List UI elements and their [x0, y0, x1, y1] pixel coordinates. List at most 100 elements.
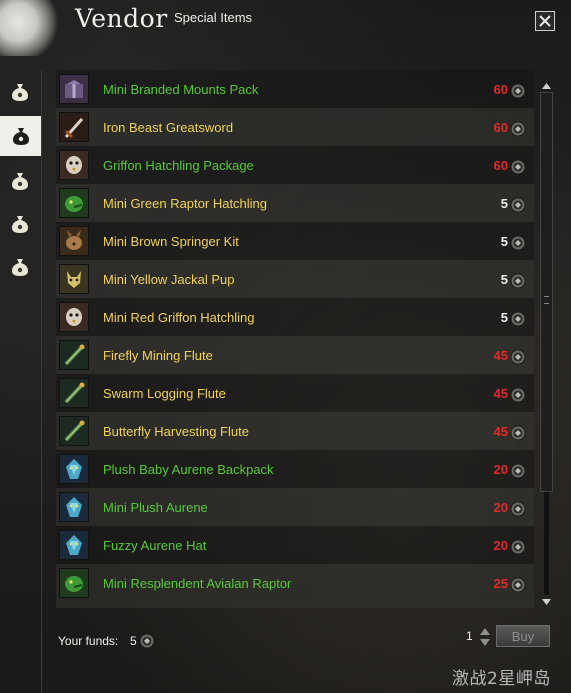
- karma-coin-icon: [510, 235, 526, 251]
- scroll-up-button[interactable]: [540, 80, 553, 91]
- list-item[interactable]: Mini Branded Mounts Pack 60: [56, 70, 534, 108]
- arrow-up-icon: [542, 82, 551, 89]
- vendor-bag-emblem: [0, 0, 60, 56]
- vendor-tabs: [0, 70, 42, 288]
- list-item[interactable]: Plush Baby Aurene Backpack 20: [56, 450, 534, 488]
- funds-label: Your funds:: [58, 634, 119, 648]
- window-subtitle: Special Items: [174, 10, 253, 25]
- karma-coin-icon: [510, 83, 526, 99]
- list-item[interactable]: Mini Brown Springer Kit 5: [56, 222, 534, 260]
- watermark: 激战2星岬岛: [452, 669, 551, 689]
- karma-coin-icon: [510, 539, 526, 555]
- bag-icon: [12, 258, 28, 276]
- list-item-partial: [56, 602, 534, 608]
- item-icon: [59, 568, 89, 598]
- item-price: 60: [493, 81, 508, 97]
- scrollbar-grip: [544, 296, 549, 304]
- griffon-icon: [66, 308, 82, 326]
- vendor-tab-1[interactable]: [0, 70, 40, 113]
- karma-coin-icon: [510, 197, 526, 213]
- karma-coin-icon: [510, 121, 526, 137]
- item-icon: [59, 74, 89, 104]
- list-item[interactable]: Firefly Mining Flute 45: [56, 336, 534, 374]
- list-item[interactable]: Mini Resplendent Avialan Raptor 25: [56, 564, 534, 602]
- funds-value: 5: [130, 634, 137, 648]
- item-name: Swarm Logging Flute: [103, 385, 226, 401]
- close-button[interactable]: [535, 11, 555, 31]
- scroll-down-button[interactable]: [540, 596, 553, 607]
- vendor-tab-5[interactable]: [0, 245, 40, 288]
- karma-coin-icon: [510, 159, 526, 175]
- karma-coin-icon: [510, 273, 526, 289]
- list-item[interactable]: Swarm Logging Flute 45: [56, 374, 534, 412]
- karma-coin-icon: [510, 121, 526, 137]
- list-item[interactable]: Griffon Hatchling Package 60: [56, 146, 534, 184]
- item-icon: [59, 264, 89, 294]
- vendor-tab-3[interactable]: [0, 159, 40, 202]
- item-name: Mini Red Griffon Hatchling: [103, 309, 255, 325]
- scrollbar-thumb[interactable]: [540, 92, 553, 492]
- list-item[interactable]: Butterfly Harvesting Flute 45: [56, 412, 534, 450]
- list-item[interactable]: Mini Green Raptor Hatchling 5: [56, 184, 534, 222]
- window-title: Vendor: [75, 4, 168, 33]
- karma-coin-icon: [510, 349, 526, 365]
- item-name: Mini Brown Springer Kit: [103, 233, 239, 249]
- vendor-tab-4[interactable]: [0, 202, 40, 245]
- aurene-icon: [66, 535, 82, 555]
- karma-coin-icon: [510, 311, 526, 327]
- karma-coin-icon: [510, 387, 526, 403]
- item-name: Griffon Hatchling Package: [103, 157, 254, 173]
- tab-divider: [41, 70, 42, 693]
- quantity-stepper[interactable]: [478, 626, 492, 648]
- item-name: Mini Plush Aurene: [103, 499, 208, 515]
- list-item[interactable]: Mini Red Griffon Hatchling 5: [56, 298, 534, 336]
- flute-icon: [64, 382, 85, 404]
- item-icon: [59, 492, 89, 522]
- item-name: Mini Yellow Jackal Pup: [103, 271, 235, 287]
- karma-coin-icon: [510, 501, 526, 517]
- item-icon: [59, 188, 89, 218]
- close-icon: [539, 15, 551, 27]
- quantity-value[interactable]: 1: [466, 629, 473, 643]
- item-icon: [59, 454, 89, 484]
- item-price: 45: [493, 423, 508, 439]
- item-name: Firefly Mining Flute: [103, 347, 213, 363]
- item-icon: [59, 340, 89, 370]
- item-list: Mini Branded Mounts Pack 60 Iron Beast Gre…: [56, 70, 534, 608]
- vendor-tab-2[interactable]: [0, 116, 42, 156]
- raptor-icon: [65, 196, 83, 212]
- item-name: Plush Baby Aurene Backpack: [103, 461, 274, 477]
- karma-coin-icon: [139, 633, 155, 649]
- list-item[interactable]: Mini Plush Aurene 20: [56, 488, 534, 526]
- item-price: 5: [500, 309, 508, 325]
- item-price: 60: [493, 119, 508, 135]
- item-icon: [59, 150, 89, 180]
- list-scrollbar[interactable]: [540, 80, 553, 607]
- item-icon: [59, 302, 89, 332]
- item-price: 45: [493, 347, 508, 363]
- list-item[interactable]: Mini Yellow Jackal Pup 5: [56, 260, 534, 298]
- greatsword-icon: [64, 118, 84, 139]
- item-price: 20: [493, 537, 508, 553]
- flute-icon: [64, 420, 85, 442]
- bag-icon: [12, 215, 28, 233]
- vendor-window: Vendor Special Items Mini Branded Mounts…: [0, 0, 571, 693]
- list-item[interactable]: Fuzzy Aurene Hat 20: [56, 526, 534, 564]
- karma-coin-icon: [510, 463, 526, 479]
- item-icon: [59, 226, 89, 256]
- item-name: Mini Resplendent Avialan Raptor: [103, 575, 292, 591]
- karma-coin-icon: [510, 311, 526, 327]
- item-name: Butterfly Harvesting Flute: [103, 423, 249, 439]
- aurene-icon: [66, 497, 82, 517]
- karma-coin-icon: [510, 349, 526, 365]
- raptor-icon: [65, 576, 83, 592]
- aurene-icon: [66, 459, 82, 479]
- karma-coin-icon: [510, 197, 526, 213]
- bag-icon: [12, 83, 28, 101]
- karma-coin-icon: [510, 577, 526, 593]
- item-icon: [59, 530, 89, 560]
- list-item[interactable]: Iron Beast Greatsword 60: [56, 108, 534, 146]
- item-price: 5: [500, 195, 508, 211]
- buy-button[interactable]: Buy: [496, 625, 550, 647]
- karma-coin-icon: [510, 273, 526, 289]
